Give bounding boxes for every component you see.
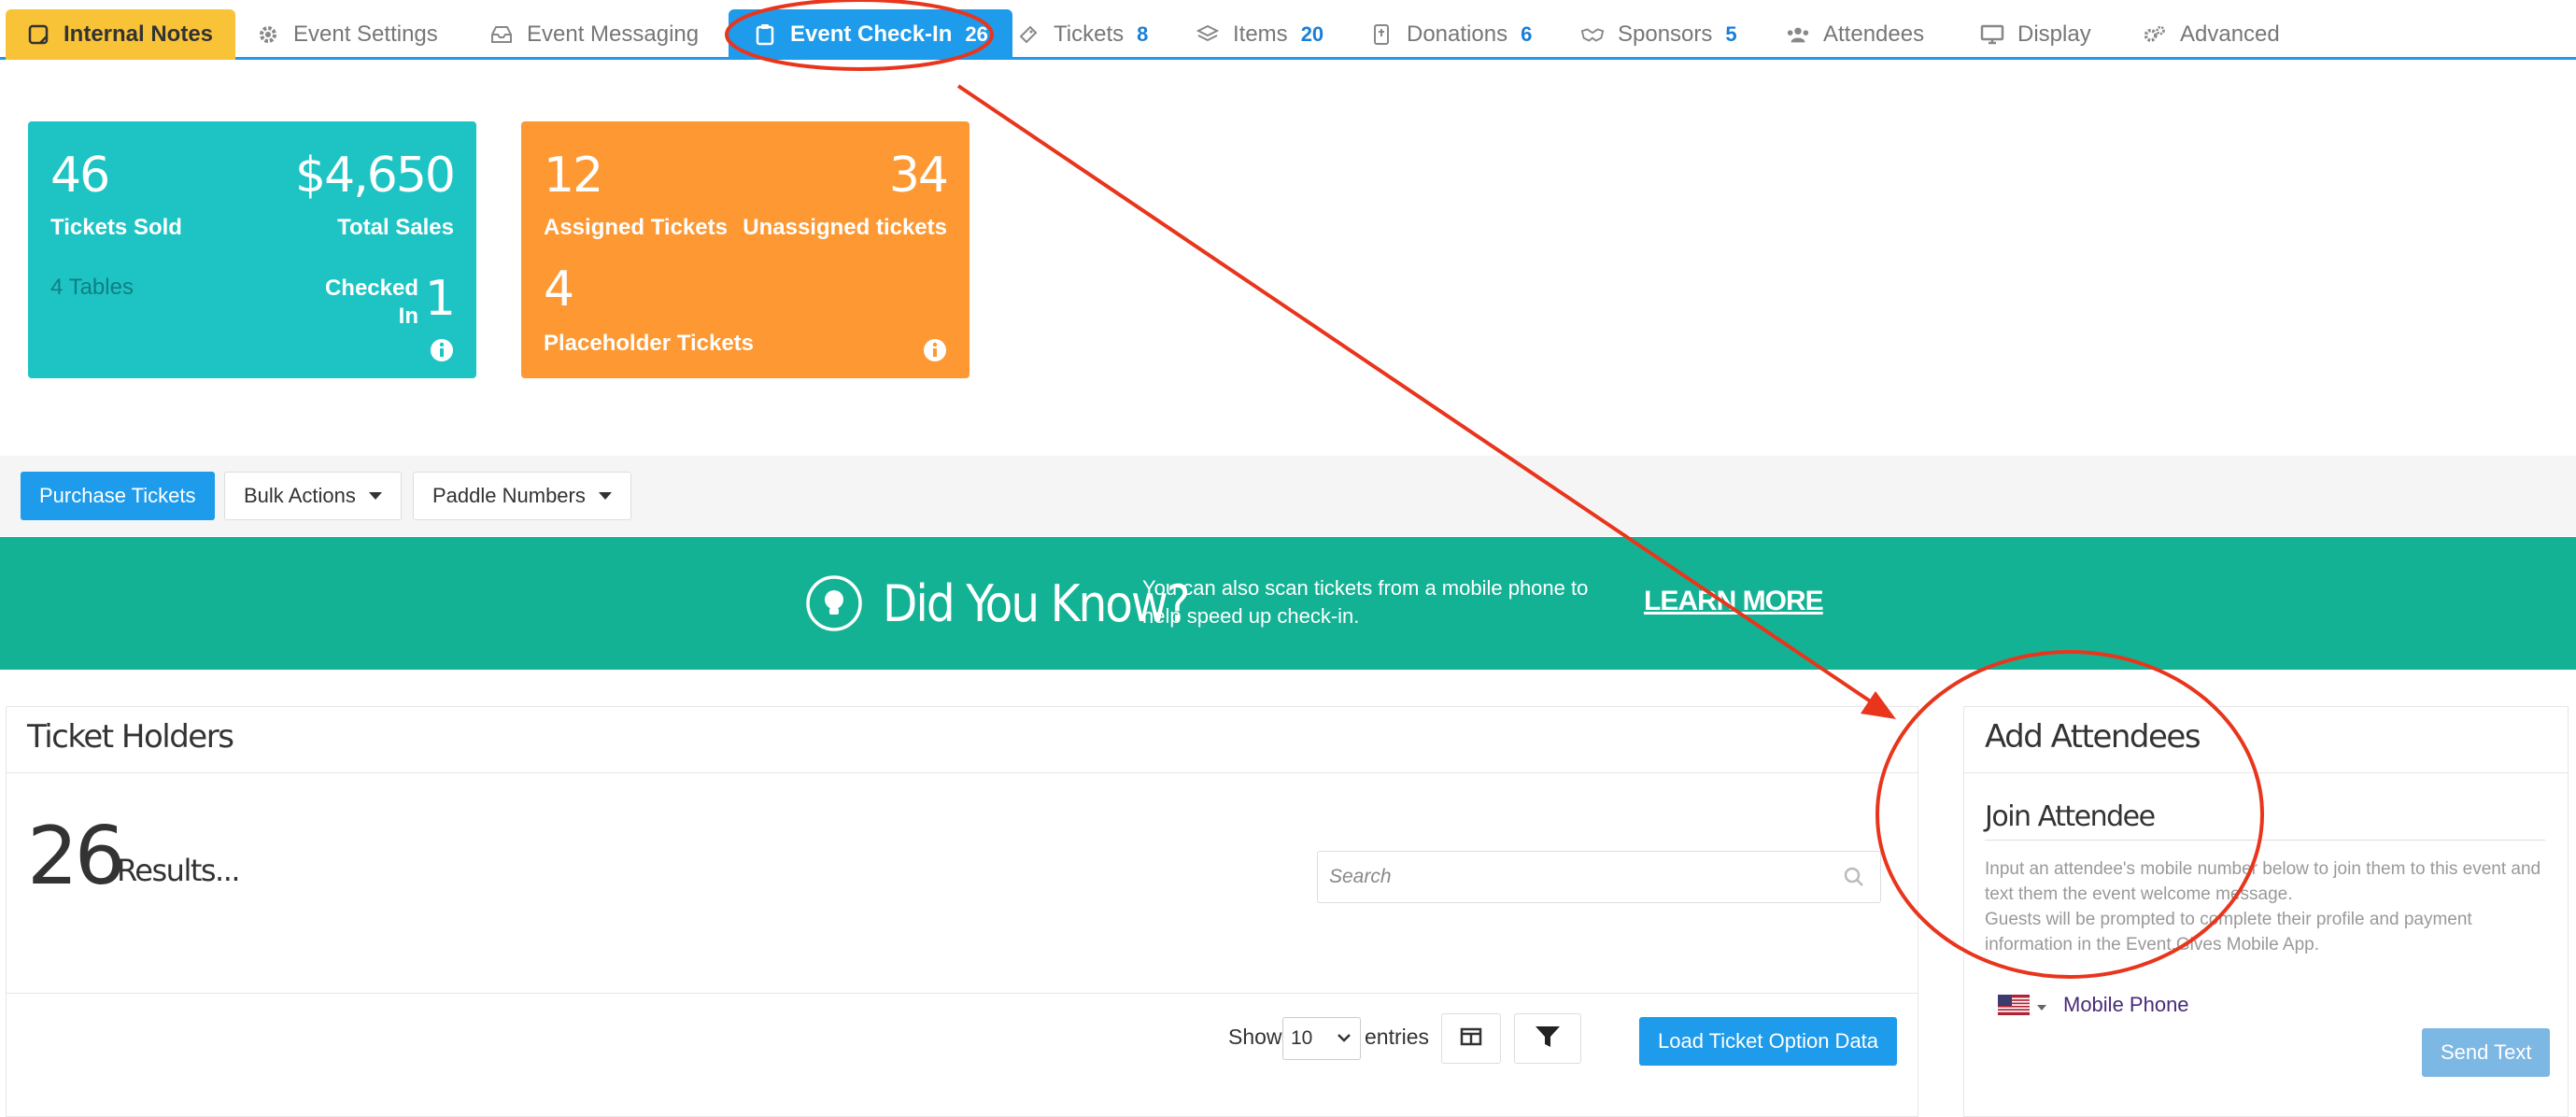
join-attendee-desc-line: Input an attendee's mobile number below … — [1985, 859, 2541, 904]
send-text-button[interactable]: Send Text — [2422, 1028, 2551, 1077]
tab-label: Internal Notes — [64, 21, 214, 47]
tab-label: Sponsors — [1618, 21, 1713, 47]
caret-down-icon — [368, 492, 382, 500]
ticket-search-input[interactable]: Search — [1317, 851, 1881, 903]
tab-badge: 8 — [1137, 22, 1149, 46]
clipboard-icon — [753, 22, 777, 47]
donation-icon — [1369, 22, 1394, 47]
action-toolbar: Purchase Tickets Bulk Actions Paddle Num… — [0, 456, 2576, 536]
paddle-numbers-dropdown[interactable]: Paddle Numbers — [413, 472, 631, 520]
info-icon[interactable] — [923, 338, 947, 367]
learn-more-link[interactable]: LEARN MORE — [1644, 586, 1824, 617]
columns-icon — [1460, 1027, 1482, 1051]
join-attendee-desc-line: Guests will be prompted to complete thei… — [1985, 910, 2472, 954]
join-attendee-heading: Join Attendee — [1985, 800, 2156, 833]
chevron-down-icon — [1336, 1029, 1352, 1052]
gear-icon — [256, 22, 280, 47]
results-label: Results... — [117, 853, 241, 888]
cogs-icon — [2143, 22, 2167, 47]
tab-badge: 6 — [1521, 22, 1533, 46]
info-icon[interactable] — [430, 338, 454, 367]
tables-count: 4 Tables — [50, 275, 134, 300]
unassigned-label: Unassigned tickets — [743, 215, 947, 240]
tab-badge: 26 — [965, 22, 988, 46]
mobile-phone-input[interactable]: Mobile Phone — [2063, 993, 2189, 1017]
note-icon — [26, 22, 50, 47]
total-sales-label: Total Sales — [337, 215, 454, 240]
sales-stats-card: 46 Tickets Sold $4,650 Total Sales 4 Tab… — [28, 121, 476, 378]
tab-label: Tickets — [1054, 21, 1125, 47]
users-icon — [1786, 22, 1810, 47]
tab-event-messaging[interactable]: Event Messaging — [489, 9, 699, 60]
tab-attendees[interactable]: Attendees — [1786, 9, 1924, 60]
handshake-icon — [1580, 22, 1605, 47]
tab-label: Event Settings — [293, 21, 438, 47]
tab-badge: 5 — [1725, 22, 1737, 46]
unassigned-value: 34 — [888, 148, 949, 204]
caret-down-icon — [2037, 1004, 2046, 1011]
entries-select[interactable]: 10 — [1282, 1017, 1361, 1060]
assigned-value: 12 — [544, 148, 603, 204]
tab-label: Advanced — [2180, 21, 2280, 47]
tab-label: Attendees — [1823, 21, 1925, 47]
filter-icon — [1534, 1024, 1562, 1054]
tab-label: Donations — [1407, 21, 1508, 47]
tab-sponsors[interactable]: Sponsors 5 — [1580, 9, 1737, 60]
tab-event-settings[interactable]: Event Settings — [256, 9, 438, 60]
bulk-actions-dropdown[interactable]: Bulk Actions — [224, 472, 402, 520]
tickets-sold-value: 46 — [50, 148, 110, 204]
tab-display[interactable]: Display — [1980, 9, 2091, 60]
layers-icon — [1196, 22, 1220, 47]
assigned-label: Assigned Tickets — [544, 215, 728, 240]
ticket-holders-panel: Ticket Holders 26 Results... Show 10 ent… — [6, 706, 1918, 1117]
caret-down-icon — [598, 492, 612, 500]
checked-in-label-line1: Checked — [324, 276, 418, 301]
inbox-icon — [489, 22, 514, 47]
ticket-icon — [1016, 22, 1040, 47]
tab-label: Event Check-In — [790, 21, 953, 47]
us-flag-icon — [1998, 995, 2030, 1020]
total-sales-value: $4,650 — [295, 148, 456, 204]
ticket-holders-title: Ticket Holders — [27, 718, 234, 756]
checked-in-value: 1 — [424, 271, 456, 327]
placeholder-value: 4 — [544, 262, 574, 318]
filter-button[interactable] — [1514, 1013, 1581, 1064]
tab-internal-notes[interactable]: Internal Notes — [6, 9, 236, 60]
tab-badge: 20 — [1300, 22, 1324, 46]
search-icon — [1843, 866, 1865, 894]
tab-advanced[interactable]: Advanced — [2143, 9, 2280, 60]
search-placeholder: Search — [1329, 866, 1392, 887]
tickets-sold-label: Tickets Sold — [50, 215, 182, 240]
tab-label: Display — [2017, 21, 2091, 47]
top-nav: Internal Notes Event Settings Event Mess… — [0, 0, 2576, 60]
country-code-select[interactable] — [1998, 995, 2046, 1020]
did-you-know-banner: Did You Know? You can also scan tickets … — [0, 537, 2576, 670]
checked-in-label-line2: In — [398, 304, 418, 329]
lightbulb-icon — [805, 574, 863, 637]
did-you-know-text: You can also scan tickets from a mobile … — [1142, 576, 1589, 628]
purchase-tickets-button[interactable]: Purchase Tickets — [21, 472, 215, 520]
paddle-numbers-label: Paddle Numbers — [432, 484, 586, 507]
tab-label: Items — [1233, 21, 1288, 47]
ticket-assignment-card: 12 Assigned Tickets 34 Unassigned ticket… — [521, 121, 970, 378]
tab-items[interactable]: Items 20 — [1196, 9, 1323, 60]
entries-value: 10 — [1291, 1027, 1313, 1049]
tab-label: Event Messaging — [527, 21, 700, 47]
tab-tickets[interactable]: Tickets 8 — [1016, 9, 1148, 60]
tab-donations[interactable]: Donations 6 — [1369, 9, 1532, 60]
results-count: 26 — [27, 810, 125, 903]
tab-event-check-in[interactable]: Event Check-In 26 — [729, 9, 1012, 60]
add-attendees-title: Add Attendees — [1985, 718, 2201, 756]
checked-in-label: Checked In — [325, 275, 418, 331]
entries-label: entries — [1365, 1025, 1430, 1049]
placeholder-label: Placeholder Tickets — [544, 331, 754, 356]
column-toggle-button[interactable] — [1441, 1013, 1501, 1064]
add-attendees-panel: Add Attendees Join Attendee Input an att… — [1963, 706, 2569, 1117]
monitor-icon — [1980, 22, 2004, 47]
show-label: Show — [1228, 1025, 1282, 1049]
bulk-actions-label: Bulk Actions — [244, 484, 356, 507]
load-ticket-option-data-button[interactable]: Load Ticket Option Data — [1639, 1017, 1898, 1066]
join-attendee-description: Input an attendee's mobile number below … — [1985, 856, 2545, 957]
